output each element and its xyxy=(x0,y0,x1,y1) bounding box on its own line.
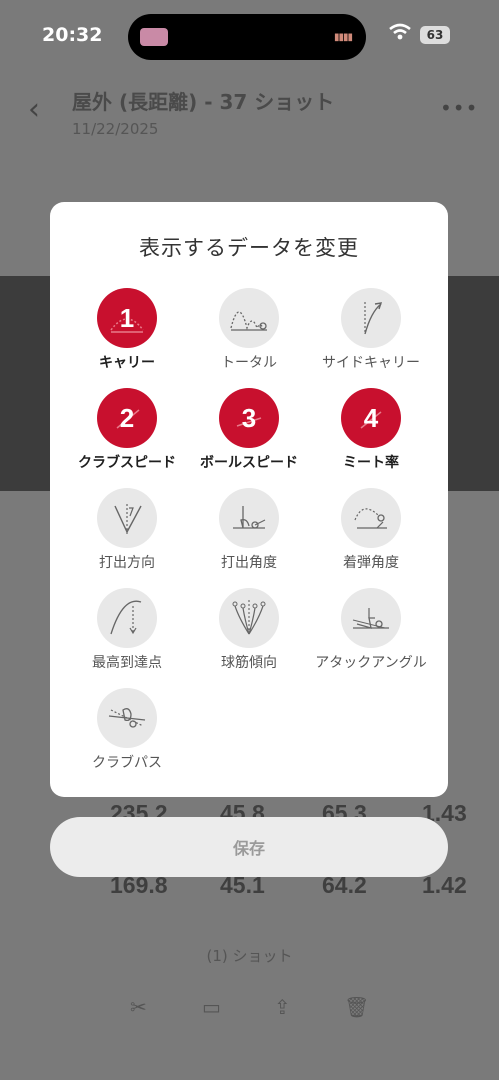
option-label: ボールスピード xyxy=(200,455,298,471)
status-time: 20:32 xyxy=(42,24,103,46)
battery-icon: 63 xyxy=(420,26,450,44)
video-icon[interactable]: ▭ xyxy=(202,995,221,1019)
club-speed-icon: 2 xyxy=(97,388,157,448)
descent-angle-icon xyxy=(341,488,401,548)
session-title: 屋外 (長距離) - 37 ショット xyxy=(72,90,335,114)
option-label: 着弾角度 xyxy=(343,555,399,571)
option-label: 最高到達点 xyxy=(92,655,162,671)
more-icon[interactable]: ••• xyxy=(440,96,478,120)
scissors-icon[interactable]: ✂ xyxy=(130,995,147,1019)
option-club-path[interactable]: クラブパス xyxy=(66,688,188,778)
bottom-toolbar: ✂ ▭ ⇪ 🗑 xyxy=(0,995,499,1035)
option-ball-speed[interactable]: 3 ボールスピード xyxy=(188,388,310,478)
save-button[interactable]: 保存 xyxy=(50,817,448,877)
launch-direction-icon xyxy=(97,488,157,548)
trash-icon[interactable]: 🗑 xyxy=(344,995,369,1019)
option-label: サイドキャリー xyxy=(322,355,420,371)
option-carry[interactable]: 1 キャリー xyxy=(66,288,188,378)
option-descent-angle[interactable]: 着弾角度 xyxy=(310,488,432,578)
apex-icon xyxy=(97,588,157,648)
option-side-carry[interactable]: サイドキャリー xyxy=(310,288,432,378)
option-label: ミート率 xyxy=(343,455,399,471)
dynamic-island: ▮▮▮▮ xyxy=(128,14,366,60)
selection-number: 4 xyxy=(363,402,379,433)
selection-number: 3 xyxy=(241,402,257,433)
carry-icon: 1 xyxy=(97,288,157,348)
ball-speed-icon: 3 xyxy=(219,388,279,448)
status-bar: 20:32 ▮▮▮▮ 63 xyxy=(0,0,499,70)
selection-number: 2 xyxy=(119,402,135,433)
side-carry-icon xyxy=(341,288,401,348)
smash-factor-icon: 4 xyxy=(341,388,401,448)
option-attack-angle[interactable]: アタックアングル xyxy=(310,588,432,678)
shot-shape-icon xyxy=(219,588,279,648)
option-label: アタックアングル xyxy=(315,655,427,671)
option-launch-angle[interactable]: 打出角度 xyxy=(188,488,310,578)
option-label: クラブスピード xyxy=(78,455,176,471)
launch-angle-icon xyxy=(219,488,279,548)
selection-number: 1 xyxy=(119,302,135,333)
media-thumbnail xyxy=(140,28,168,46)
session-date: 11/22/2025 xyxy=(72,120,159,138)
share-icon[interactable]: ⇪ xyxy=(274,995,291,1019)
option-label: 打出角度 xyxy=(221,555,277,571)
option-label: キャリー xyxy=(99,355,155,371)
option-smash-factor[interactable]: 4 ミート率 xyxy=(310,388,432,478)
dialog-title: 表示するデータを変更 xyxy=(139,236,359,260)
option-label: 球筋傾向 xyxy=(221,655,277,671)
attack-angle-icon xyxy=(341,588,401,648)
option-apex[interactable]: 最高到達点 xyxy=(66,588,188,678)
option-shot-shape[interactable]: 球筋傾向 xyxy=(188,588,310,678)
wifi-icon xyxy=(389,23,411,40)
option-club-speed[interactable]: 2 クラブスピード xyxy=(66,388,188,478)
option-label: トータル xyxy=(221,355,277,371)
back-chevron-icon[interactable]: ‹ xyxy=(28,92,40,127)
option-total[interactable]: トータル xyxy=(188,288,310,378)
audio-bars-icon: ▮▮▮▮ xyxy=(333,32,353,43)
option-label: 打出方向 xyxy=(99,555,155,571)
club-path-icon xyxy=(97,688,157,748)
change-data-dialog: 表示するデータを変更 1 キャリー トータル サイドキャリー 2 クラブスピード… xyxy=(50,202,448,797)
row-value: 1.42 xyxy=(422,872,467,898)
total-icon xyxy=(219,288,279,348)
option-label: クラブパス xyxy=(92,755,162,771)
option-launch-direction[interactable]: 打出方向 xyxy=(66,488,188,578)
shot-count-label: (1) ショット xyxy=(206,947,293,965)
